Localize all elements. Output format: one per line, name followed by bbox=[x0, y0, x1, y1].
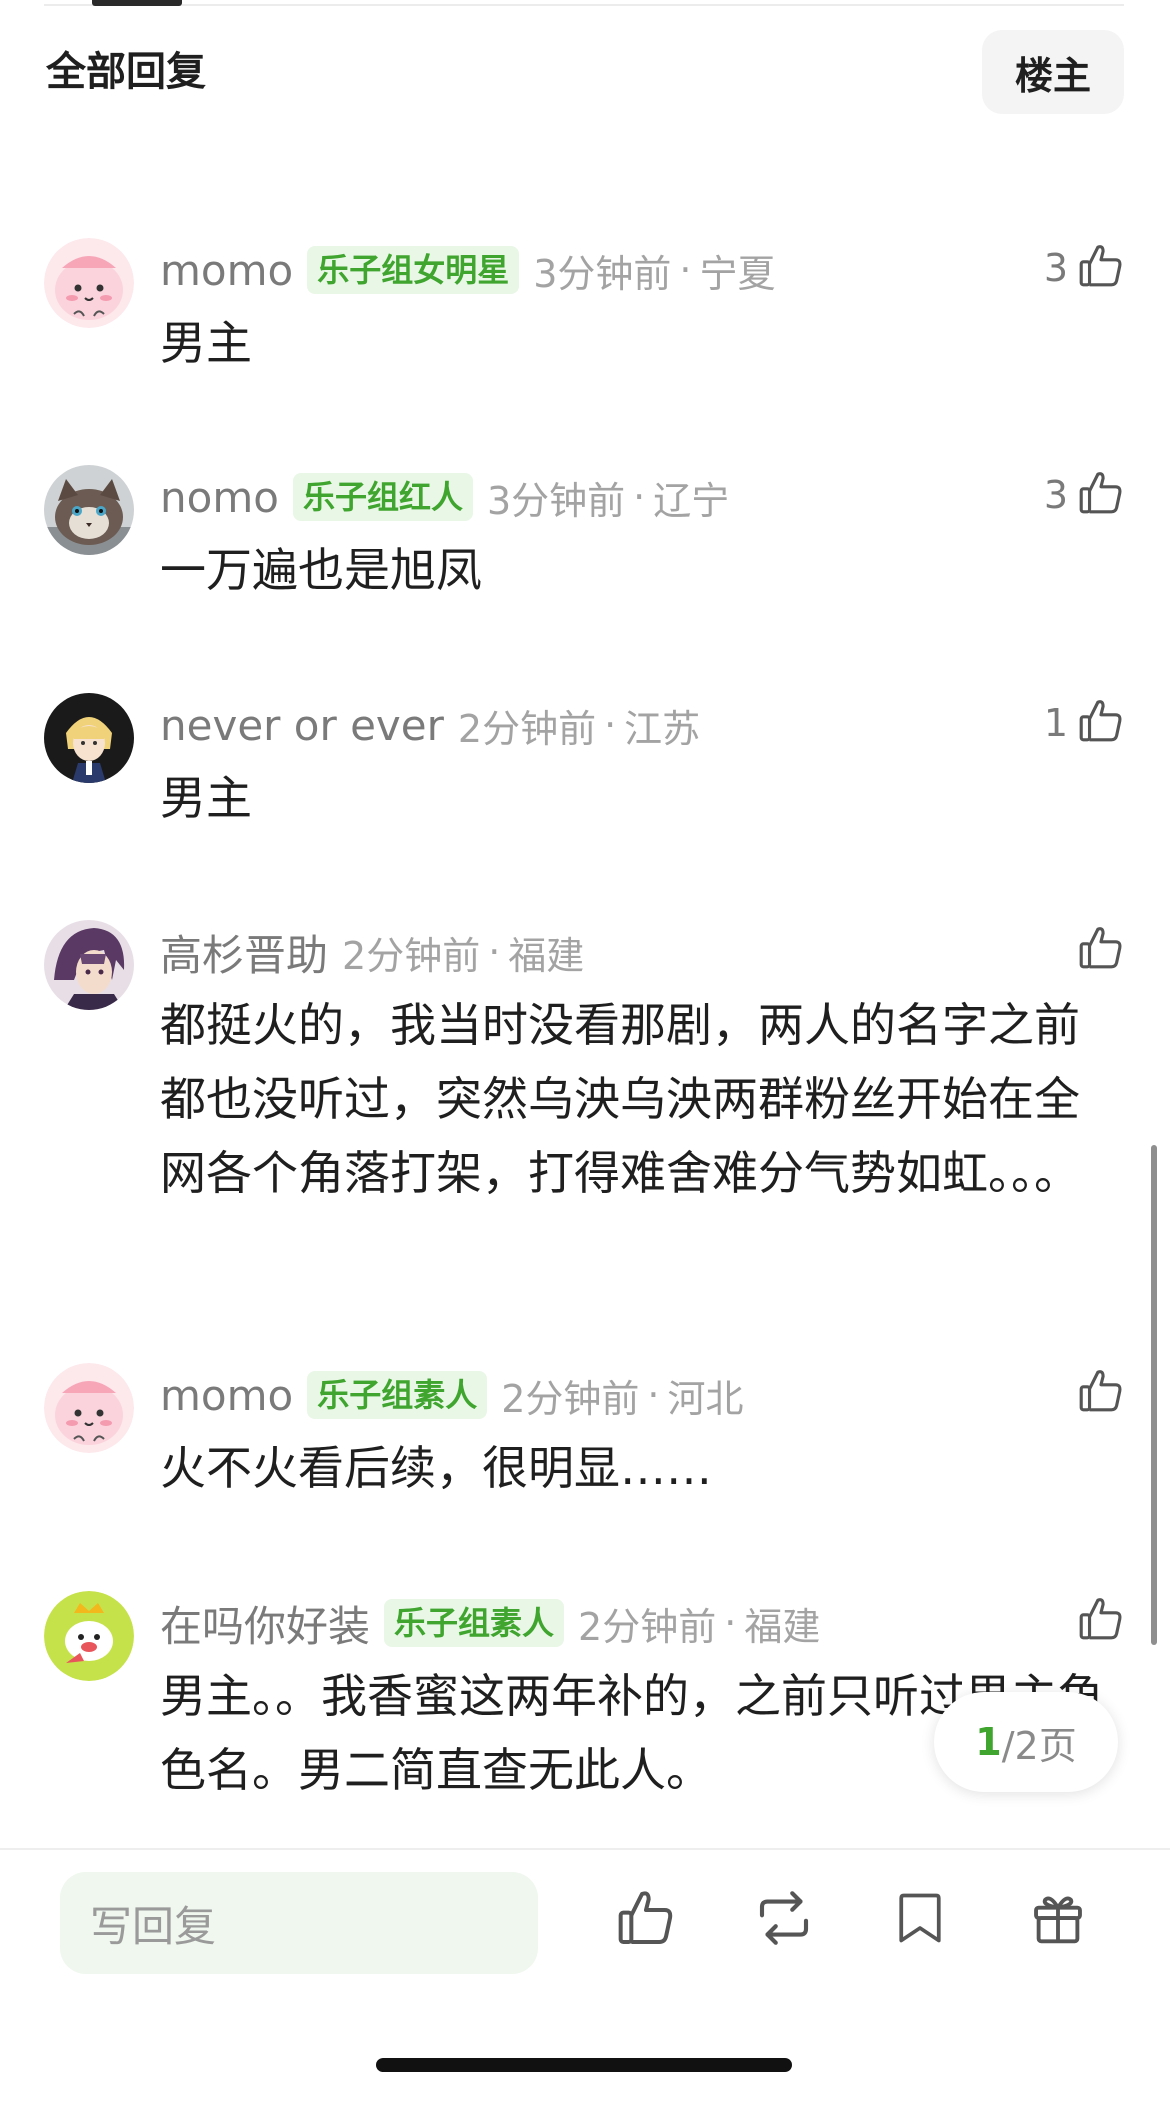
comment-item: momo 乐子组素人 2分钟前 · 河北 火不火看后续，很明显…… bbox=[0, 1363, 1170, 1523]
thumbs-up-icon bbox=[1076, 1594, 1126, 1648]
like-button[interactable]: 1 bbox=[1044, 693, 1126, 753]
total-pages: /2页 bbox=[1001, 1723, 1077, 1768]
comment-item: momo 乐子组女明星 3分钟前 · 宁夏 3 男主 bbox=[0, 238, 1170, 398]
tab-indicator bbox=[92, 0, 182, 6]
gift-icon[interactable] bbox=[1018, 1878, 1098, 1958]
like-button[interactable] bbox=[1076, 1591, 1126, 1651]
op-only-filter-button[interactable]: 楼主 bbox=[982, 30, 1124, 114]
username[interactable]: momo bbox=[160, 1371, 293, 1420]
comment-text: 都挺火的，我当时没看那剧，两人的名字之前都也没听过，突然乌泱乌泱两群粉丝开始在全… bbox=[160, 998, 1080, 1200]
avatar[interactable] bbox=[44, 238, 134, 328]
comment-meta: nomo 乐子组红人 3分钟前 · 辽宁 bbox=[160, 469, 729, 525]
like-button[interactable]: 3 bbox=[1044, 238, 1126, 298]
comment-item: 高杉晋助 2分钟前 · 福建 都挺火的，我当时没看那剧，两人的名字之前都也没听过… bbox=[0, 920, 1170, 1300]
location: 福建 bbox=[744, 1604, 821, 1649]
location: 宁夏 bbox=[699, 251, 776, 296]
home-indicator[interactable] bbox=[376, 2058, 792, 2072]
meta-separator: · bbox=[679, 248, 692, 292]
current-page: 1 bbox=[975, 1720, 1002, 1764]
comment-meta: 高杉晋助 2分钟前 · 福建 bbox=[160, 924, 584, 980]
comment-meta: momo 乐子组素人 2分钟前 · 河北 bbox=[160, 1367, 744, 1423]
location: 辽宁 bbox=[653, 478, 730, 523]
username[interactable]: nomo bbox=[160, 473, 279, 522]
thumbs-up-icon bbox=[1076, 468, 1126, 522]
thumbs-up-icon bbox=[1076, 241, 1126, 295]
comment-meta: 在吗你好装 乐子组素人 2分钟前 · 福建 bbox=[160, 1595, 820, 1651]
like-button[interactable] bbox=[1076, 1363, 1126, 1423]
like-count: 3 bbox=[1043, 473, 1068, 517]
location: 江苏 bbox=[624, 706, 701, 751]
avatar[interactable] bbox=[44, 920, 134, 1010]
username[interactable]: 高杉晋助 bbox=[160, 922, 328, 983]
avatar[interactable] bbox=[44, 1591, 134, 1681]
reply-input[interactable]: 写回复 bbox=[60, 1872, 538, 1974]
bookmark-icon[interactable] bbox=[880, 1878, 960, 1958]
comment-text: 男主 bbox=[160, 771, 252, 825]
comment-text: 男主 bbox=[160, 316, 252, 370]
username[interactable]: never or ever bbox=[160, 701, 444, 750]
like-count: 3 bbox=[1043, 246, 1068, 290]
timestamp: 2分钟前 bbox=[342, 933, 481, 978]
meta-separator: · bbox=[488, 930, 501, 974]
thumbs-up-icon bbox=[1076, 1366, 1126, 1420]
timestamp: 2分钟前 bbox=[578, 1604, 717, 1649]
avatar[interactable] bbox=[44, 693, 134, 783]
user-badge: 乐子组素人 bbox=[384, 1599, 565, 1647]
meta-separator: · bbox=[604, 703, 617, 747]
user-badge: 乐子组女明星 bbox=[307, 246, 520, 294]
scrollbar[interactable] bbox=[1151, 1145, 1157, 1645]
comment-item: never or ever 2分钟前 · 江苏 1 男主 bbox=[0, 693, 1170, 853]
location: 河北 bbox=[667, 1376, 744, 1421]
like-button[interactable]: 3 bbox=[1044, 465, 1126, 525]
username[interactable]: momo bbox=[160, 246, 293, 295]
meta-separator: · bbox=[647, 1373, 660, 1417]
pagination-indicator[interactable]: 1 /2页 bbox=[934, 1692, 1118, 1792]
like-button[interactable] bbox=[1076, 920, 1126, 980]
avatar[interactable] bbox=[44, 1363, 134, 1453]
location: 福建 bbox=[508, 933, 585, 978]
repost-icon[interactable] bbox=[744, 1878, 824, 1958]
timestamp: 3分钟前 bbox=[486, 478, 626, 523]
timestamp: 3分钟前 bbox=[533, 251, 672, 296]
thumbs-up-icon bbox=[1076, 696, 1126, 750]
comment-text: 火不火看后续，很明显…… bbox=[160, 1441, 712, 1495]
avatar[interactable] bbox=[44, 465, 134, 555]
username[interactable]: 在吗你好装 bbox=[160, 1593, 370, 1654]
meta-separator: · bbox=[633, 475, 646, 519]
timestamp: 2分钟前 bbox=[501, 1376, 640, 1421]
timestamp: 2分钟前 bbox=[457, 706, 597, 751]
user-badge: 乐子组红人 bbox=[292, 473, 473, 521]
comment-text: 一万遍也是旭凤 bbox=[160, 543, 482, 597]
top-divider bbox=[44, 0, 1124, 6]
bottom-action-bar: 写回复 bbox=[0, 1848, 1170, 2113]
like-count: 1 bbox=[1043, 701, 1068, 745]
thumbs-up-icon bbox=[1076, 923, 1126, 977]
thumbs-up-icon[interactable] bbox=[606, 1878, 686, 1958]
meta-separator: · bbox=[724, 1601, 737, 1645]
comment-meta: never or ever 2分钟前 · 江苏 bbox=[160, 697, 700, 753]
comment-meta: momo 乐子组女明星 3分钟前 · 宁夏 bbox=[160, 242, 776, 298]
comment-item: nomo 乐子组红人 3分钟前 · 辽宁 3 一万遍也是旭凤 bbox=[0, 465, 1170, 625]
section-title: 全部回复 bbox=[46, 49, 206, 95]
user-badge: 乐子组素人 bbox=[307, 1371, 488, 1419]
